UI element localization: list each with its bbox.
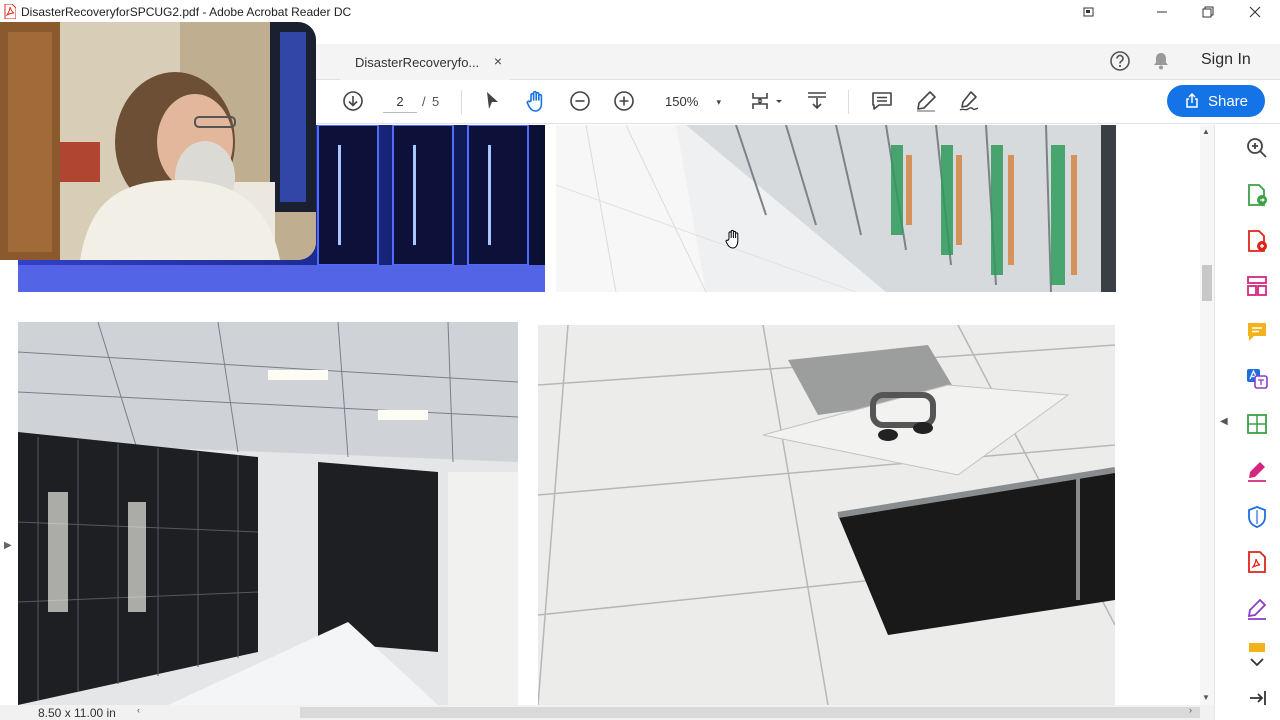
tab-close-icon[interactable]: × (494, 53, 502, 69)
select-tool-icon[interactable] (480, 89, 504, 113)
fill-sign-icon[interactable] (1245, 459, 1269, 483)
compress-icon[interactable] (1245, 412, 1269, 436)
caged-data-center-photo (18, 322, 518, 705)
share-button[interactable]: Share (1167, 85, 1265, 117)
organize-pages-icon[interactable] (1245, 274, 1269, 298)
scroll-up-icon[interactable]: ▲ (1202, 127, 1210, 136)
sign-icon[interactable] (957, 89, 981, 113)
page-fit-icon[interactable] (748, 89, 786, 113)
sign-in-link[interactable]: Sign In (1201, 51, 1251, 69)
chevron-down-icon[interactable] (1245, 650, 1269, 668)
zoom-in-icon[interactable] (612, 89, 636, 113)
close-icon[interactable] (1232, 0, 1278, 24)
document-tab[interactable]: DisasterRecoveryfo... × (340, 44, 510, 80)
scroll-down-icon[interactable]: ▼ (1202, 693, 1210, 702)
help-icon[interactable] (1109, 50, 1131, 72)
minimize-icon[interactable] (1139, 0, 1185, 24)
hand-tool-icon[interactable] (524, 89, 548, 113)
scroll-mode-icon[interactable] (805, 89, 829, 113)
create-pdf-icon[interactable] (1245, 229, 1269, 253)
share-button-label: Share (1207, 92, 1249, 110)
collapse-pane-icon[interactable] (1245, 686, 1269, 710)
collapse-pane-icon[interactable]: ◀ (1220, 416, 1228, 427)
edit-pdf-icon[interactable] (1245, 597, 1269, 621)
chevron-down-icon: ▾ (716, 97, 721, 107)
next-page-icon[interactable] (341, 89, 365, 113)
search-zoom-icon[interactable] (1245, 136, 1269, 160)
server-aisle-photo (556, 125, 1116, 292)
page-total: 5 (432, 94, 440, 109)
vertical-scrollbar[interactable]: ▲ ▼ (1200, 125, 1214, 705)
zoom-level-dropdown[interactable]: 150% ▾ (657, 90, 727, 114)
horizontal-scrollbar-thumb[interactable] (300, 707, 1200, 718)
scrollbar-thumb[interactable] (1202, 265, 1212, 301)
raised-floor-tile-photo (538, 325, 1115, 705)
acrobat-window: DisasterRecoveryforSPCUG2.pdf - Adobe Ac… (0, 0, 1280, 720)
comment-tool-icon[interactable] (1245, 320, 1269, 344)
acrobat-app-icon (4, 4, 16, 19)
scroll-left-icon[interactable]: ‹ (137, 705, 140, 715)
hand-cursor-icon (725, 229, 739, 249)
maximize-icon[interactable] (1185, 0, 1231, 24)
highlight-pen-icon[interactable] (914, 89, 938, 113)
translate-icon[interactable] (1245, 366, 1269, 390)
notification-bell-icon[interactable] (1151, 51, 1171, 71)
protect-icon[interactable] (1245, 505, 1269, 529)
window-title: DisasterRecoveryforSPCUG2.pdf - Adobe Ac… (21, 5, 352, 19)
comment-icon[interactable] (870, 89, 894, 113)
pdf-icon[interactable] (1245, 550, 1269, 574)
share-icon (1186, 93, 1198, 108)
restore-window-icon[interactable] (1066, 0, 1112, 24)
left-pane-expand-icon[interactable]: ▶ (4, 540, 12, 551)
export-pdf-icon[interactable] (1245, 183, 1269, 207)
page-separator: / (422, 94, 426, 109)
zoom-level-value: 150% (665, 94, 699, 109)
webcam-overlay (0, 22, 316, 260)
toolbar-divider (848, 90, 849, 114)
page-number-input[interactable]: 2 (383, 91, 417, 113)
zoom-out-icon[interactable] (568, 89, 592, 113)
title-bar: DisasterRecoveryforSPCUG2.pdf - Adobe Ac… (0, 0, 1280, 24)
page-size-label: 8.50 x 11.00 in (38, 706, 116, 720)
toolbar-divider (461, 90, 462, 114)
scroll-right-icon[interactable]: › (1189, 705, 1192, 715)
document-tab-label: DisasterRecoveryfo... (355, 54, 480, 70)
